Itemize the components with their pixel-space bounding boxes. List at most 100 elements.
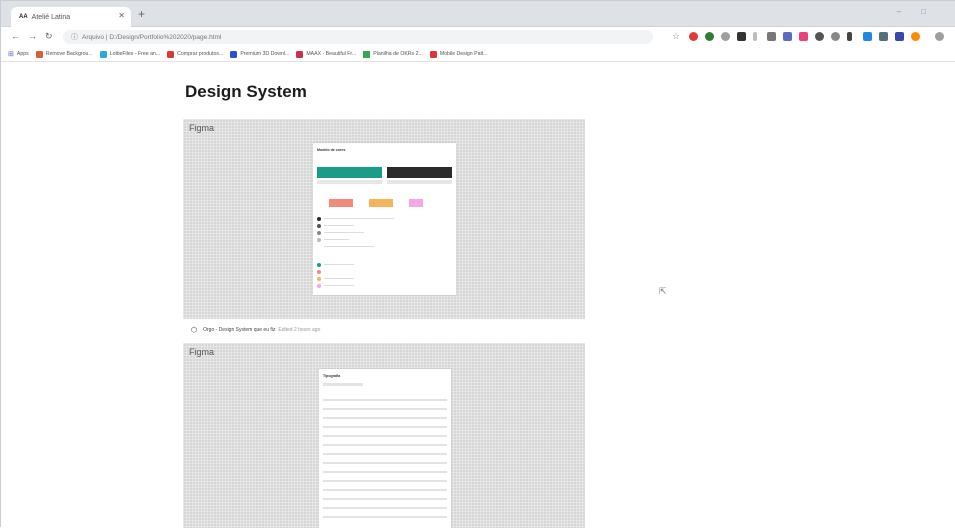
browser-tab[interactable]: AA Atelié Latina ✕ [11,7,131,27]
bookmark-apps[interactable]: ⊞ Apps [8,50,29,58]
bookmark-label: MAAX - Beautiful Fr... [306,51,357,57]
tab-favicon: AA [19,14,28,20]
extension-screen-icon[interactable] [863,32,872,41]
new-tab-icon[interactable]: + [138,7,145,21]
table-row [323,417,447,419]
bookmark-label: LottieFiles - Free an... [109,51,161,57]
extension-orange-icon[interactable] [911,32,920,41]
bookmark-mobile-design[interactable]: Mobile Design Patt... [429,50,488,58]
figma-icon: ⬡ [191,327,198,334]
pink-swatch [409,199,423,207]
dark-swatch [387,167,452,178]
mouse-cursor-icon: ⇱ [659,286,667,296]
color-dot [317,270,321,274]
color-dot [317,263,321,267]
bookmark-star-icon[interactable]: ☆ [672,31,680,42]
figma-embed-1[interactable]: Figma Modelo de cores [183,119,585,319]
embed-label: Figma [189,123,215,133]
table-row [323,471,447,473]
extension-cast-icon[interactable] [879,32,888,41]
text-line [324,278,354,279]
bookmark-label: Mobile Design Patt... [439,51,488,57]
bookmark-label: Comprar produtos... [177,51,224,57]
download-icon [230,50,238,58]
text-line [324,218,394,219]
color-dot [317,224,321,228]
toolbar: ← → ↻ ⓘ Arquivo | D:/Design/Portfolio%20… [1,27,955,47]
figma-embed-2[interactable]: Figma Tipografia [183,343,585,528]
browser-window: AA Atelié Latina ✕ + –□ ← → ↻ ⓘ Arquivo … [0,0,955,528]
embed-label: Figma [189,347,215,357]
extension-grey-icon[interactable] [721,32,730,41]
reload-icon[interactable]: ↻ [45,31,53,42]
color-dot [317,231,321,235]
mobile-icon [429,50,437,58]
table-row [323,462,447,464]
footer-file-name[interactable]: Orgo - Design System que eu fiz [203,327,275,333]
text-line [324,225,354,226]
apps-grid-icon: ⊞ [8,51,14,58]
extension-v-icon[interactable] [895,32,904,41]
page-title: Design System [185,82,307,101]
bookmark-label: Premium 3D Downl... [240,51,290,57]
table-row [323,516,447,518]
address-bar[interactable]: ⓘ Arquivo | D:/Design/Portfolio%202020/p… [63,30,653,44]
color-dot [317,217,321,221]
bookmark-comprar[interactable]: Comprar produtos... [167,50,224,58]
text-line [324,232,364,233]
extension-pink-icon[interactable] [799,32,808,41]
extension-dark-icon[interactable] [737,32,746,41]
table-row [323,444,447,446]
text-line [324,285,354,286]
teal-swatch [317,167,382,178]
extension-settings-icon[interactable] [831,32,840,41]
close-tab-icon[interactable]: ✕ [118,11,125,20]
table-row [323,453,447,455]
table-row [323,507,447,509]
extension-opera-icon[interactable] [689,32,698,41]
color-dot [317,284,321,288]
extension-list-icon[interactable] [767,32,776,41]
table-row [323,489,447,491]
extension-circle-icon[interactable] [815,32,824,41]
extension-green-icon[interactable] [705,32,714,41]
info-icon[interactable]: ⓘ [71,32,78,42]
table-row [323,480,447,482]
profile-avatar-icon[interactable] [935,32,944,41]
extension-blue-icon[interactable] [783,32,792,41]
bookmark-maax[interactable]: MAAX - Beautiful Fr... [296,50,357,58]
table-row [323,399,447,401]
card-heading: Tipografia [323,374,341,378]
bookmark-premium-3d[interactable]: Premium 3D Downl... [230,50,290,58]
extension-pen-icon[interactable] [847,32,852,41]
bookmark-label: Planilha de OKRs 2... [373,51,423,57]
card-heading: Modelo de cores [317,148,346,152]
maax-icon [296,50,304,58]
store-icon [167,50,175,58]
bookmark-lottiefiles[interactable]: LottieFiles - Free an... [99,50,161,58]
embed-footer[interactable]: ⬡ Orgo - Design System que eu fiz Edited… [183,319,585,341]
bookmark-okrs[interactable]: Planilha de OKRs 2... [363,50,423,58]
grey-shades [387,180,452,184]
forward-icon[interactable]: → [28,31,37,41]
tab-strip: AA Atelié Latina ✕ + –□ [1,1,955,27]
table-row [323,426,447,428]
drive-icon [363,50,371,58]
back-icon[interactable]: ← [11,31,20,41]
color-dot [317,238,321,242]
color-dot [317,277,321,281]
address-text: Arquivo | D:/Design/Portfolio%202020/pag… [82,33,222,41]
bookmark-icon [35,50,43,58]
orange-swatch [369,199,393,207]
bookmark-label: Apps [16,51,29,57]
bookmark-remove-background[interactable]: Remove Backgrou... [35,50,93,58]
text-line [323,383,363,386]
lottie-icon [99,50,107,58]
text-line [324,246,374,247]
text-line [324,239,349,240]
bookmark-label: Remove Backgrou... [45,51,93,57]
typography-card: Tipografia [319,369,451,528]
window-controls[interactable]: –□ [897,7,946,16]
extension-small-icon[interactable] [753,32,757,41]
coral-swatch [329,199,353,207]
